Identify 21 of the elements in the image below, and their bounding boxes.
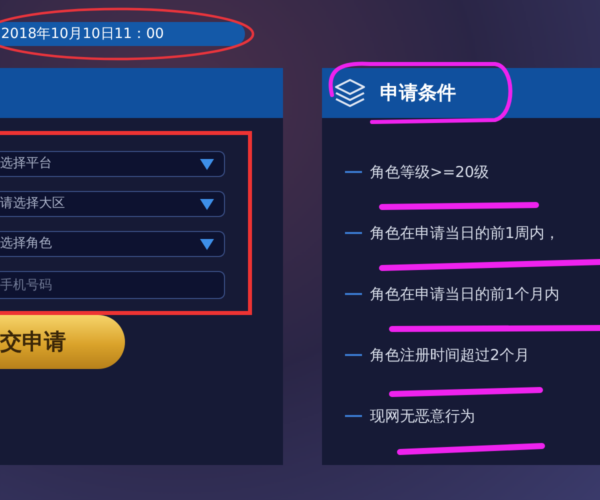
date-bar: 2018年10月10日11：00 xyxy=(0,22,245,46)
submit-button[interactable]: 交申请 xyxy=(0,315,125,369)
dash-icon xyxy=(345,415,362,417)
dash-icon xyxy=(345,232,362,234)
panel-title: 申请条件 xyxy=(380,80,456,106)
dropdown-caret-icon xyxy=(200,198,214,210)
dash-icon xyxy=(345,354,362,356)
dash-icon xyxy=(345,171,362,173)
select-field[interactable]: 选择平台 xyxy=(0,151,225,177)
dropdown-caret-icon xyxy=(200,158,214,170)
condition-text: 角色在申请当日的前1周内， xyxy=(370,222,560,244)
condition-text: 现网无恶意行为 xyxy=(370,406,475,427)
condition-text: 角色等级>=20级 xyxy=(370,162,490,183)
select-field[interactable]: 请选择大区 xyxy=(0,191,225,217)
dropdown-caret-icon xyxy=(200,238,214,250)
dash-icon xyxy=(345,293,362,295)
layers-icon xyxy=(334,78,366,108)
select-field[interactable]: 选择角色 xyxy=(0,231,225,257)
condition-text: 角色在申请当日的前1个月内 xyxy=(370,284,560,305)
phone-input[interactable]: 手机号码 xyxy=(0,271,225,299)
condition-text: 角色注册时间超过2个月 xyxy=(370,344,530,366)
